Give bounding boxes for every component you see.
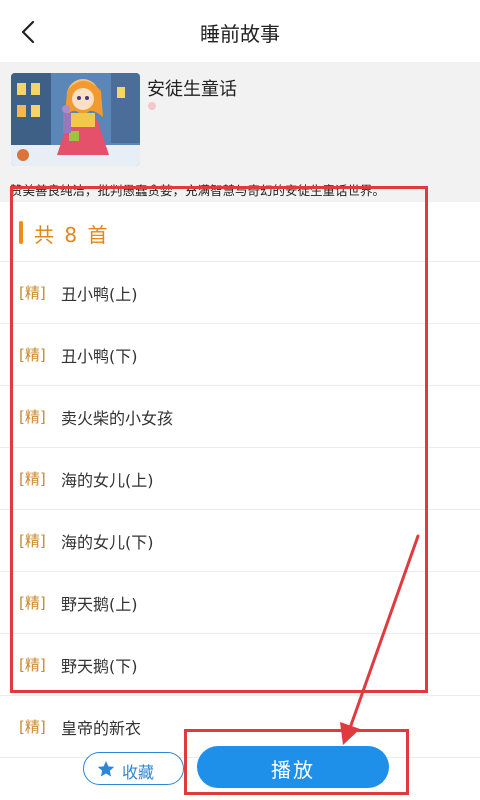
favorite-button[interactable]: 收藏 [83,752,184,785]
annotation-arrow [340,534,420,745]
annotation-box-play [184,729,409,795]
star-icon [97,761,115,777]
favorite-label: 收藏 [122,763,155,782]
